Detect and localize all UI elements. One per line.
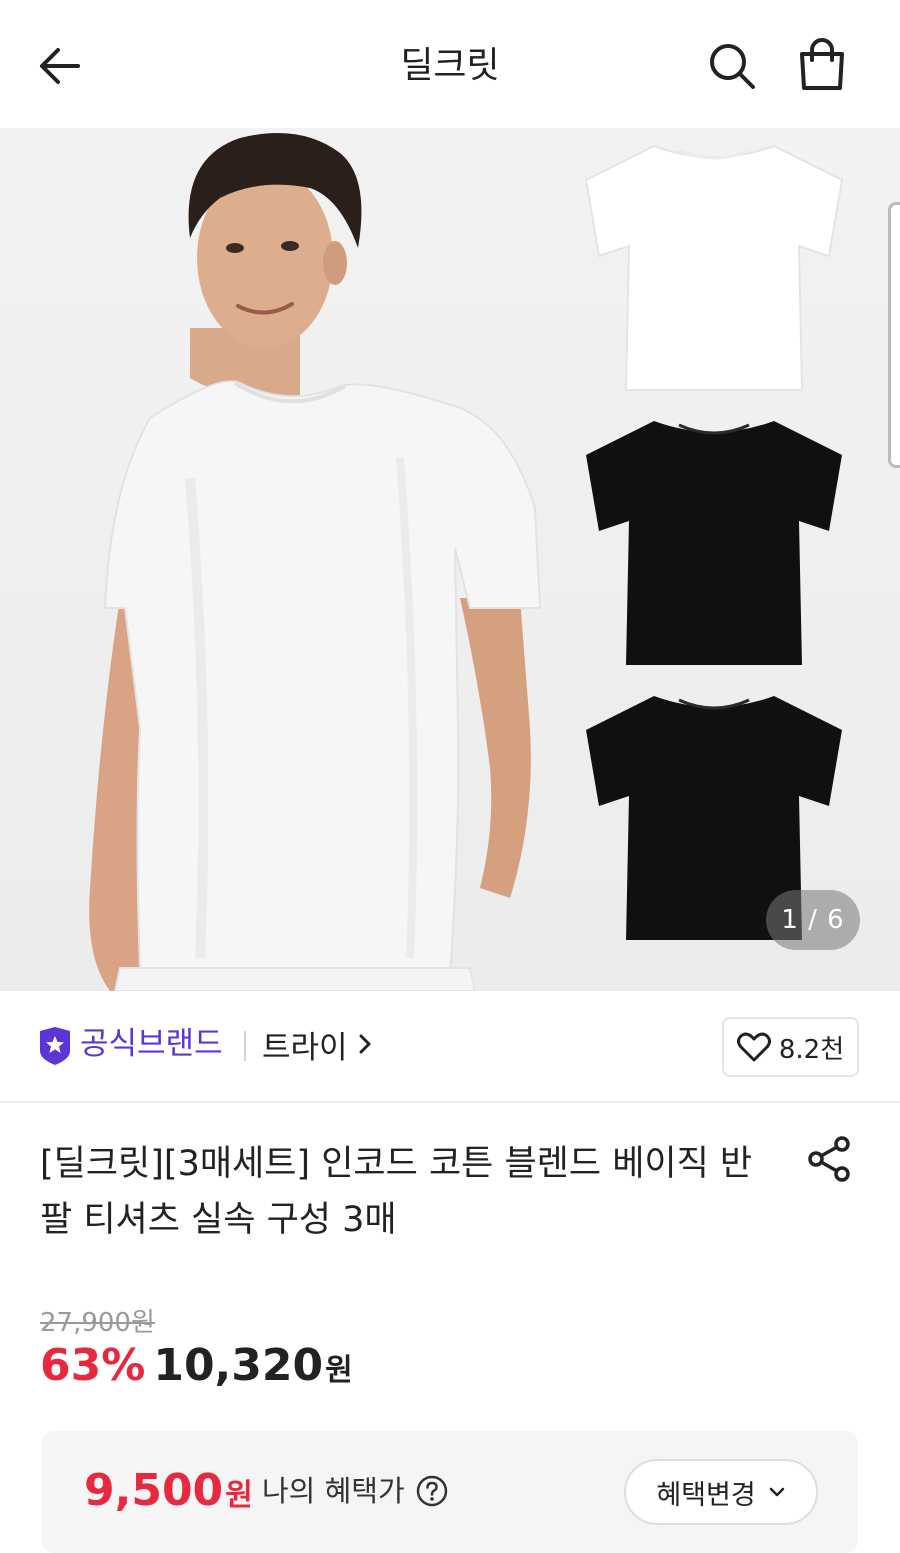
search-button[interactable] [704,38,760,94]
discount-rate: 63% [40,1340,146,1391]
heart-icon [736,1032,771,1062]
shield-star-icon [40,1027,70,1065]
brand-name: 트라이 [262,1029,348,1066]
chevron-down-icon [769,1487,784,1497]
benefit-price-box: 9,500 원 나의 혜택가 혜택변경 [42,1431,858,1553]
brand-link[interactable]: 트라이 [262,1021,372,1067]
official-brand-label: 공식브랜드 [80,1026,223,1062]
benefit-currency: 원 [225,1478,253,1513]
change-benefit-label: 혜택변경 [656,1479,756,1511]
share-button[interactable] [804,1134,854,1184]
product-title: [딜크릿][3매세트] 인코드 코튼 블렌드 베이직 반팔 티셔츠 실속 구성 … [40,1144,753,1240]
cart-button[interactable] [794,36,850,94]
white-tshirt-image [584,144,844,391]
original-price: 27,900원 [40,1308,155,1338]
sale-price: 10,320 [153,1340,324,1391]
black-tshirt-image-1 [586,421,842,665]
side-scroll-handle[interactable] [888,202,900,468]
product-image-gallery[interactable]: 1 / 6 [0,128,900,991]
shopping-bag-icon [800,38,844,90]
change-benefit-button[interactable]: 혜택변경 [624,1459,818,1525]
benefit-label: 나의 혜택가 [262,1474,405,1508]
brand-row: 공식브랜드 트라이 8.2천 [0,991,900,1103]
like-count: 8.2천 [778,1034,845,1065]
image-page-indicator: 1 / 6 [766,890,860,950]
top-app-bar: 딜크릿 [0,0,900,128]
model-photo [89,133,542,991]
sale-price-currency: 원 [325,1353,353,1388]
chevron-right-icon [359,1034,371,1054]
question-circle-icon[interactable] [416,1475,448,1507]
benefit-price: 9,500 [84,1465,224,1516]
search-icon [710,44,755,89]
share-icon [808,1136,850,1182]
price-row: 63% 10,320 원 [40,1340,353,1391]
page-title: 딜크릿 [400,45,500,86]
like-button[interactable]: 8.2천 [722,1017,859,1077]
divider [244,1031,246,1061]
benefit-price-wrap: 9,500 원 [84,1465,253,1516]
